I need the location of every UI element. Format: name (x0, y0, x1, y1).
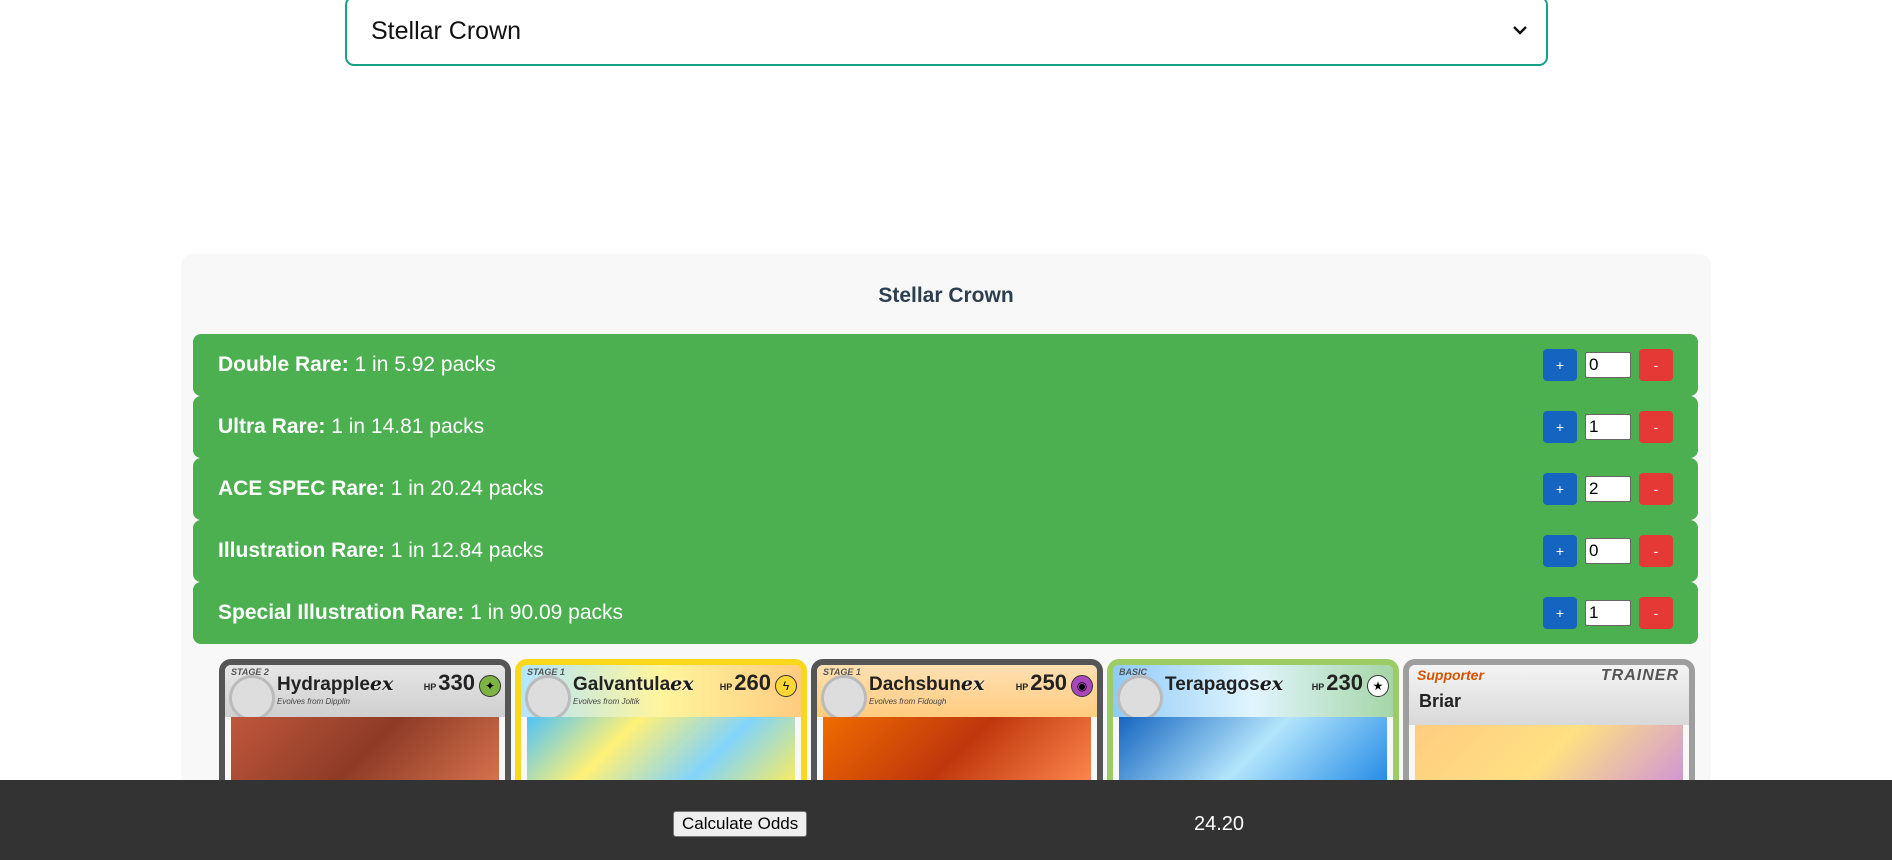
rarity-row-ultra-rare: Ultra Rare: 1 in 14.81 packs + - (193, 396, 1698, 458)
decrement-button[interactable]: - (1639, 597, 1673, 629)
card-portrait (821, 675, 867, 721)
card-name: Galvantulaex (573, 673, 694, 695)
rarity-row-ace-spec-rare: ACE SPEC Rare: 1 in 20.24 packs + - (193, 458, 1698, 520)
card-name: Dachsbunex (869, 673, 985, 695)
rarity-odds: 1 in 14.81 packs (325, 415, 485, 438)
psychic-energy-icon: ◉ (1071, 675, 1093, 697)
rarity-odds: 1 in 12.84 packs (384, 539, 544, 562)
card-art (527, 717, 795, 789)
card-evolves: Evolves from Dipplin (277, 697, 350, 706)
card-art (231, 717, 499, 789)
card-gallery: STAGE 2 Hydrappleex HP330 ✦ Evolves from… (219, 659, 1699, 789)
count-controls: + - (1543, 411, 1673, 443)
rarity-name: Special Illustration Rare: (218, 601, 465, 624)
increment-button[interactable]: + (1543, 597, 1577, 629)
count-input[interactable] (1585, 600, 1631, 626)
card-stage: STAGE 1 (823, 667, 861, 677)
rarity-odds: 1 in 90.09 packs (464, 601, 624, 624)
card-hp: HP230 (1311, 670, 1363, 695)
rarity-odds: 1 in 5.92 packs (348, 353, 496, 376)
calculate-odds-button[interactable]: Calculate Odds (673, 811, 808, 837)
footer-bar: Calculate Odds 24.20 (0, 780, 1892, 860)
count-input[interactable] (1585, 414, 1631, 440)
count-input[interactable] (1585, 352, 1631, 378)
rarity-text: Special Illustration Rare: 1 in 90.09 pa… (218, 601, 623, 625)
card-hp: HP260 (719, 670, 771, 695)
rarity-row-illustration-rare: Illustration Rare: 1 in 12.84 packs + - (193, 520, 1698, 582)
count-controls: + - (1543, 597, 1673, 629)
decrement-button[interactable]: - (1639, 535, 1673, 567)
count-controls: + - (1543, 349, 1673, 381)
increment-button[interactable]: + (1543, 411, 1577, 443)
pokemon-card: STAGE 1 Dachsbunex HP250 ◉ Evolves from … (811, 659, 1103, 789)
card-art (1119, 717, 1387, 789)
card-art (823, 717, 1091, 789)
card-portrait (1117, 675, 1163, 721)
rarity-text: Illustration Rare: 1 in 12.84 packs (218, 539, 544, 563)
set-select-value: Stellar Crown (371, 16, 522, 45)
card-stage: STAGE 2 (231, 667, 269, 677)
colorless-energy-icon: ★ (1367, 675, 1389, 697)
count-input[interactable] (1585, 476, 1631, 502)
rarity-odds: 1 in 20.24 packs (384, 477, 544, 500)
rarity-row-special-illustration-rare: Special Illustration Rare: 1 in 90.09 pa… (193, 582, 1698, 644)
decrement-button[interactable]: - (1639, 411, 1673, 443)
card-hp: HP250 (1015, 670, 1067, 695)
trainer-type: Supporter (1417, 667, 1484, 683)
decrement-button[interactable]: - (1639, 473, 1673, 505)
pokemon-card: BASIC Terapagosex HP230 ★ (1107, 659, 1399, 789)
rarity-name: Ultra Rare: (218, 415, 326, 438)
panel-title: Stellar Crown (878, 284, 1014, 307)
lightning-energy-icon: ϟ (775, 675, 797, 697)
card-stage: BASIC (1119, 667, 1148, 677)
rarity-text: ACE SPEC Rare: 1 in 20.24 packs (218, 477, 544, 501)
odds-result: 24.20 (1194, 813, 1245, 835)
decrement-button[interactable]: - (1639, 349, 1673, 381)
increment-button[interactable]: + (1543, 349, 1577, 381)
card-evolves: Evolves from Joltik (573, 697, 640, 706)
card-hp: HP330 (423, 670, 475, 695)
set-select[interactable]: Stellar Crown (345, 0, 1548, 66)
rarity-name: ACE SPEC Rare: (218, 477, 385, 500)
card-name: Terapagosex (1165, 673, 1284, 695)
rarity-text: Ultra Rare: 1 in 14.81 packs (218, 415, 484, 439)
increment-button[interactable]: + (1543, 473, 1577, 505)
count-controls: + - (1543, 535, 1673, 567)
count-controls: + - (1543, 473, 1673, 505)
trainer-card: Supporter TRAINER Briar (1403, 659, 1695, 789)
card-evolves: Evolves from Fidough (869, 697, 947, 706)
rarity-text: Double Rare: 1 in 5.92 packs (218, 353, 496, 377)
rarity-row-double-rare: Double Rare: 1 in 5.92 packs + - (193, 334, 1698, 396)
card-portrait (525, 675, 571, 721)
chevron-down-icon (1513, 26, 1527, 35)
card-portrait (229, 675, 275, 721)
card-name: Hydrappleex (277, 673, 394, 695)
increment-button[interactable]: + (1543, 535, 1577, 567)
card-name: Briar (1419, 691, 1462, 711)
pokemon-card: STAGE 2 Hydrappleex HP330 ✦ Evolves from… (219, 659, 511, 789)
rarity-name: Illustration Rare: (218, 539, 385, 562)
rarity-name: Double Rare: (218, 353, 349, 376)
count-input[interactable] (1585, 538, 1631, 564)
grass-energy-icon: ✦ (479, 675, 501, 697)
pokemon-card: STAGE 1 Galvantulaex HP260 ϟ Evolves fro… (515, 659, 807, 789)
trainer-label: TRAINER (1600, 667, 1679, 684)
card-stage: STAGE 1 (527, 667, 565, 677)
